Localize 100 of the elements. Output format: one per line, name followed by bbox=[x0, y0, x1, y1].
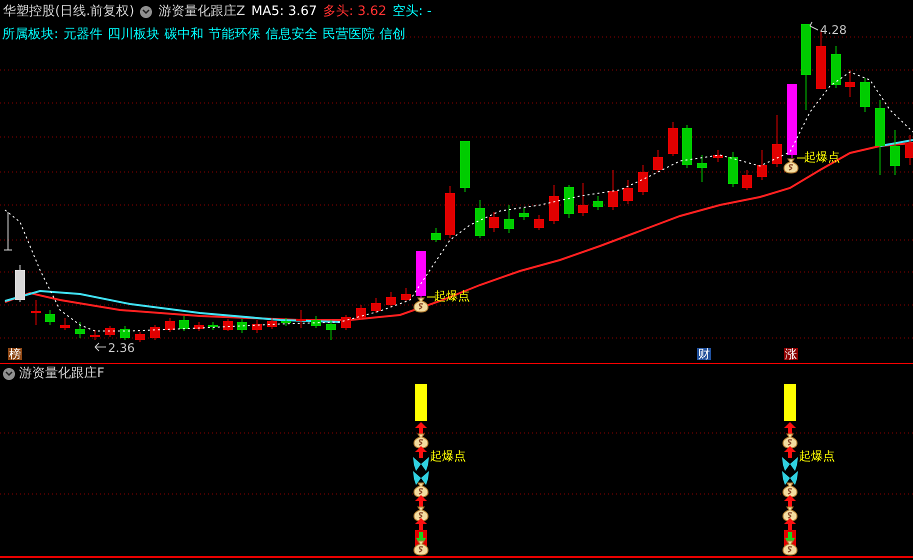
up-arrow-icon bbox=[415, 495, 427, 507]
indicator-name: 游资量化跟庄F bbox=[19, 365, 104, 384]
up-arrow-icon bbox=[415, 422, 427, 434]
candlestick bbox=[890, 130, 900, 176]
candlestick bbox=[668, 122, 678, 156]
candlestick bbox=[772, 114, 782, 168]
candlestick bbox=[831, 46, 841, 88]
up-arrow-icon bbox=[415, 518, 427, 530]
candlestick bbox=[105, 326, 115, 338]
event-marker[interactable]: 财 bbox=[697, 348, 711, 360]
candlestick bbox=[549, 184, 559, 224]
candlestick bbox=[593, 196, 603, 210]
price-label: 2.36 bbox=[108, 340, 135, 357]
candlestick bbox=[905, 134, 913, 166]
candlestick bbox=[623, 180, 633, 204]
candlestick bbox=[445, 186, 455, 238]
candlestick bbox=[564, 184, 574, 218]
candlestick bbox=[45, 310, 55, 326]
candlestick bbox=[371, 298, 381, 314]
bull-value: 多头: 3.62 bbox=[323, 3, 386, 22]
event-marker[interactable]: 涨 bbox=[784, 348, 798, 360]
candlestick bbox=[296, 310, 306, 328]
candlestick bbox=[845, 70, 855, 98]
candlestick bbox=[682, 124, 692, 168]
sector-tag[interactable]: 民营医院 bbox=[322, 25, 374, 45]
candlestick bbox=[75, 322, 85, 338]
sector-tag[interactable]: 信创 bbox=[379, 25, 406, 45]
candlestick bbox=[60, 318, 70, 330]
candlestick bbox=[223, 318, 233, 332]
candlestick bbox=[341, 314, 351, 330]
candlestick bbox=[860, 78, 870, 112]
candlestick bbox=[15, 264, 25, 302]
left-arrow-icon bbox=[94, 342, 106, 352]
candlestick bbox=[208, 322, 218, 330]
candlestick bbox=[90, 330, 100, 340]
indicator-name: 游资量化跟庄Z bbox=[158, 3, 246, 22]
up-arrow-icon bbox=[784, 422, 796, 434]
candlestick bbox=[653, 150, 663, 172]
signal-label: 起爆点 bbox=[430, 450, 466, 462]
butterfly-icon bbox=[413, 457, 429, 471]
candlestick bbox=[416, 250, 426, 298]
butterfly-icon bbox=[413, 471, 429, 485]
collapse-icon[interactable] bbox=[3, 368, 15, 380]
candlestick bbox=[237, 318, 247, 334]
sector-tag[interactable]: 元器件 bbox=[63, 25, 102, 45]
bear-value: 空头: - bbox=[392, 3, 432, 22]
candlestick bbox=[135, 332, 145, 342]
price-label: 4.28 bbox=[820, 22, 847, 39]
candlestick bbox=[179, 316, 189, 332]
candlestick bbox=[728, 152, 738, 188]
candlestick bbox=[326, 320, 336, 340]
candlestick bbox=[120, 326, 130, 340]
sector-tag[interactable]: 节能环保 bbox=[208, 25, 260, 45]
butterfly-icon bbox=[782, 457, 798, 471]
candlestick bbox=[150, 324, 160, 340]
candlestick bbox=[267, 318, 277, 330]
money-bag-icon bbox=[782, 540, 798, 556]
candlestick bbox=[713, 150, 723, 162]
up-arrow-icon bbox=[415, 446, 427, 458]
money-bag-icon bbox=[782, 506, 798, 522]
candlestick bbox=[638, 164, 648, 196]
up-arrow-icon bbox=[784, 495, 796, 507]
signal-bar bbox=[415, 384, 427, 421]
candlestick bbox=[165, 318, 175, 332]
sector-tag[interactable]: 信息安全 bbox=[265, 25, 318, 45]
butterfly-icon bbox=[782, 471, 798, 485]
candlestick bbox=[697, 154, 707, 182]
candlestick bbox=[742, 170, 752, 190]
stock-title: 华塑控股(日线.前复权) bbox=[3, 3, 134, 22]
money-bag-icon bbox=[414, 298, 428, 312]
money-bag-icon bbox=[414, 434, 428, 448]
candlestick bbox=[311, 316, 321, 328]
candlestick bbox=[281, 318, 291, 326]
up-arrow-icon bbox=[784, 446, 796, 458]
sector-label: 所属板块: bbox=[2, 26, 58, 44]
money-bag-icon bbox=[784, 158, 798, 174]
candlestick bbox=[504, 204, 514, 234]
range-bracket-icon bbox=[4, 212, 12, 250]
candlestick bbox=[757, 150, 767, 180]
candlestick bbox=[194, 322, 204, 332]
collapse-icon[interactable] bbox=[140, 6, 152, 18]
candlestick bbox=[401, 288, 411, 302]
event-marker[interactable]: 榜 bbox=[8, 348, 22, 360]
candlestick bbox=[475, 200, 485, 238]
money-bag-icon bbox=[782, 482, 798, 498]
money-bag-icon bbox=[414, 540, 428, 556]
candlestick bbox=[31, 300, 41, 326]
candlestick bbox=[356, 304, 366, 320]
candlestick bbox=[431, 228, 441, 242]
money-bag-icon bbox=[782, 434, 798, 448]
sector-tag[interactable]: 碳中和 bbox=[164, 25, 204, 45]
ma5-value: MA5: 3.67 bbox=[251, 3, 318, 22]
candlestick bbox=[578, 182, 588, 216]
up-arrow-icon bbox=[784, 518, 796, 530]
signal-label: 起爆点 bbox=[799, 450, 835, 462]
sector-tag[interactable]: 四川板块 bbox=[107, 25, 160, 45]
candlestick bbox=[534, 214, 544, 230]
candlestick bbox=[519, 208, 529, 220]
candlestick bbox=[608, 170, 618, 210]
candlestick bbox=[489, 212, 499, 232]
